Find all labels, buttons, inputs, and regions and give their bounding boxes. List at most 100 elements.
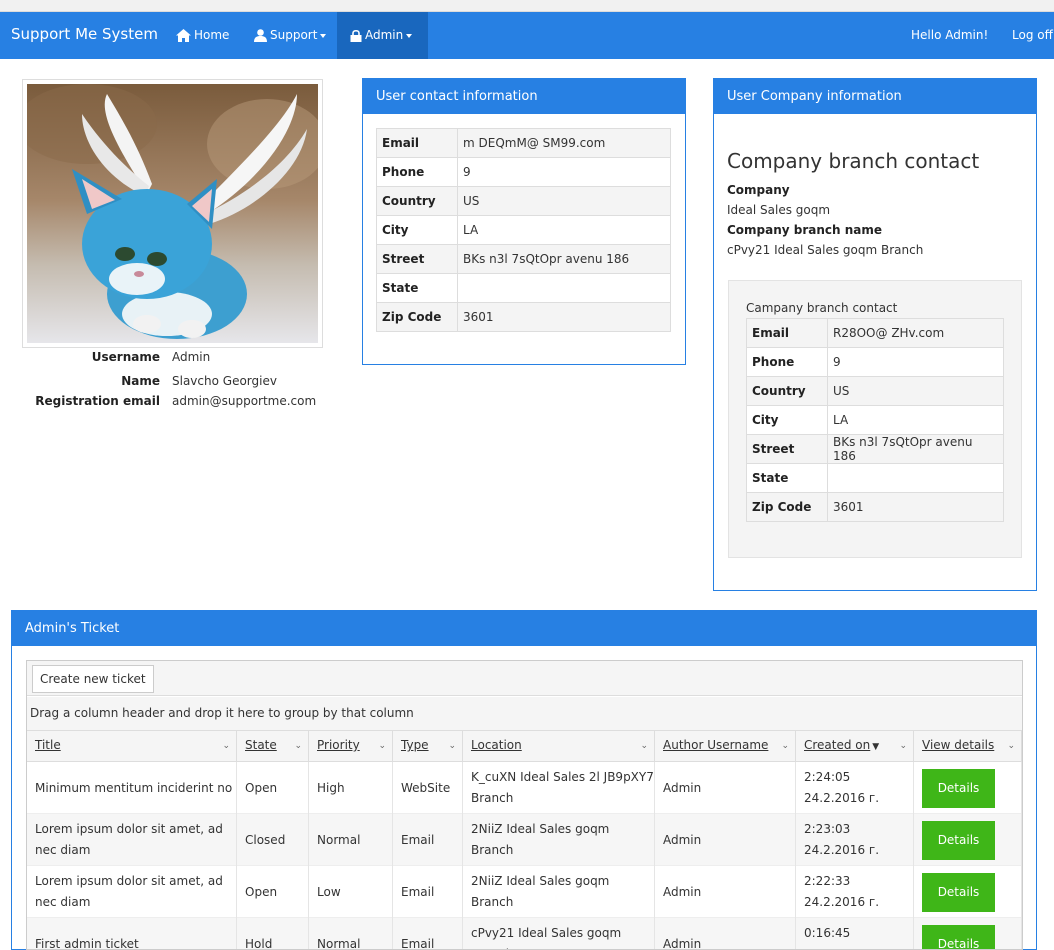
user-street-label: Street: [377, 245, 458, 274]
table-row: First admin ticket Hold Normal Email cPv…: [27, 918, 1022, 950]
cell-location: K_cuXN Ideal Sales 2l JB9pXY7 Branch: [463, 762, 655, 814]
column-title-link[interactable]: Title: [35, 738, 61, 752]
tickets-grid: Create new ticket Drag a column header a…: [26, 660, 1023, 950]
nav-support[interactable]: Support: [246, 12, 334, 59]
branch-zip-value: 3601: [828, 493, 1004, 522]
cell-created: 0:16:45 24.2.2016 г.: [796, 918, 914, 950]
branch-city-label: City: [747, 406, 828, 435]
branch-state-value: [828, 464, 1004, 493]
cell-title-text: Minimum mentitum inciderint no: [35, 778, 232, 799]
user-icon: [254, 29, 267, 42]
user-state-label: State: [377, 274, 458, 303]
chevron-down-icon[interactable]: ⌄: [899, 732, 907, 760]
sort-desc-icon: ▼: [872, 742, 879, 752]
cell-location: 2NiiZ Ideal Sales goqm Branch: [463, 814, 655, 866]
chevron-down-icon: [320, 34, 326, 38]
nav-greeting[interactable]: Hello Admin!: [911, 12, 988, 59]
branch-phone-label: Phone: [747, 348, 828, 377]
table-row: Phone9: [747, 348, 1004, 377]
company-branch-heading: Company branch contact: [727, 149, 979, 173]
branch-country-value: US: [828, 377, 1004, 406]
column-header-author[interactable]: Author Username ⌄: [655, 731, 796, 762]
cell-priority: High: [309, 762, 393, 814]
column-header-title[interactable]: Title ⌄: [27, 731, 237, 762]
column-created-link[interactable]: Created on: [804, 738, 870, 752]
cell-title-text: Lorem ipsum dolor sit amet, ad nec diam: [35, 871, 236, 913]
details-button[interactable]: Details: [922, 925, 995, 950]
cell-type-text: Email: [401, 882, 434, 903]
chevron-down-icon: [406, 34, 412, 38]
column-header-view[interactable]: View details ⌄: [914, 731, 1022, 762]
home-icon: [176, 29, 191, 42]
cell-created-text: 0:16:45 24.2.2016 г.: [804, 923, 913, 950]
tickets-panel: Admin's Ticket Create new ticket Drag a …: [11, 610, 1037, 950]
branch-street-label: Street: [747, 435, 828, 464]
nav-support-label: Support: [270, 28, 317, 42]
cell-created: 2:24:05 24.2.2016 г.: [796, 762, 914, 814]
chevron-down-icon[interactable]: ⌄: [1007, 732, 1015, 760]
user-zip-label: Zip Code: [377, 303, 458, 332]
table-row: CountryUS: [747, 377, 1004, 406]
details-button[interactable]: Details: [922, 873, 995, 912]
column-header-state[interactable]: State ⌄: [237, 731, 309, 762]
details-button[interactable]: Details: [922, 769, 995, 808]
chevron-down-icon[interactable]: ⌄: [640, 732, 648, 760]
table-row: Lorem ipsum dolor sit amet, ad nec diam …: [27, 814, 1022, 866]
navbar: Support Me System Home Support Admin Hel…: [0, 12, 1054, 59]
cell-title: First admin ticket: [27, 918, 237, 950]
cell-author: Admin: [655, 918, 796, 950]
profile-name-value-wrap: Slavcho Georgiev: [172, 374, 372, 392]
table-row: Zip Code3601: [377, 303, 671, 332]
column-priority-link[interactable]: Priority: [317, 738, 360, 752]
cell-location: cPvy21 Ideal Sales goqm Branch: [463, 918, 655, 950]
create-ticket-button[interactable]: Create new ticket: [32, 665, 154, 693]
column-header-created[interactable]: Created on▼ ⌄: [796, 731, 914, 762]
column-author-link[interactable]: Author Username: [663, 738, 768, 752]
column-header-location[interactable]: Location ⌄: [463, 731, 655, 762]
branch-email-value: R28OO@ ZHv.com: [828, 319, 1004, 348]
nav-home[interactable]: Home: [168, 12, 237, 59]
lock-icon: [350, 29, 362, 42]
chevron-down-icon[interactable]: ⌄: [294, 732, 302, 760]
company-value: Ideal Sales goqm: [727, 203, 830, 217]
profile-email-label: Registration email: [35, 394, 160, 408]
grid-toolbar: Create new ticket: [27, 661, 1022, 696]
cell-author-text: Admin: [663, 882, 701, 903]
column-header-priority[interactable]: Priority ⌄: [309, 731, 393, 762]
cell-type-text: WebSite: [401, 778, 450, 799]
details-button[interactable]: Details: [922, 821, 995, 860]
profile-username-label: Username: [92, 350, 160, 364]
column-type-link[interactable]: Type: [401, 738, 429, 752]
nav-home-label: Home: [194, 28, 229, 42]
column-location-link[interactable]: Location: [471, 738, 522, 752]
cell-priority-text: Normal: [317, 830, 360, 851]
column-header-type[interactable]: Type ⌄: [393, 731, 463, 762]
browser-top-strip: [0, 0, 1054, 12]
cell-author-text: Admin: [663, 778, 701, 799]
company-branch-value: cPvy21 Ideal Sales goqm Branch: [727, 243, 923, 257]
chevron-down-icon[interactable]: ⌄: [378, 732, 386, 760]
cell-title: Minimum mentitum inciderint no: [27, 762, 237, 814]
cell-created-text: 2:24:05 24.2.2016 г.: [804, 767, 913, 809]
branch-contact-title: Campany branch contact: [746, 301, 897, 315]
cell-created: 2:23:03 24.2.2016 г.: [796, 814, 914, 866]
group-drop-area[interactable]: Drag a column header and drop it here to…: [27, 697, 1022, 731]
cell-type: WebSite: [393, 762, 463, 814]
user-contact-title: User contact information: [363, 79, 685, 114]
nav-admin[interactable]: Admin: [337, 12, 428, 59]
table-row: Lorem ipsum dolor sit amet, ad nec diam …: [27, 866, 1022, 918]
profile-email-value: admin@supportme.com: [172, 394, 316, 408]
chevron-down-icon[interactable]: ⌄: [448, 732, 456, 760]
nav-logoff[interactable]: Log off: [1012, 12, 1053, 59]
brand-link[interactable]: Support Me System: [11, 25, 158, 43]
chevron-down-icon[interactable]: ⌄: [781, 732, 789, 760]
table-row: EmailR28OO@ ZHv.com: [747, 319, 1004, 348]
branch-city-value: LA: [828, 406, 1004, 435]
avatar: [22, 79, 323, 348]
profile-email-row: Registration email: [0, 394, 160, 412]
cell-location-text: K_cuXN Ideal Sales 2l JB9pXY7 Branch: [471, 767, 654, 809]
column-view-link[interactable]: View details: [922, 738, 994, 752]
table-row: StreetBKs n3l 7sQtOpr avenu 186: [747, 435, 1004, 464]
column-state-link[interactable]: State: [245, 738, 277, 752]
chevron-down-icon[interactable]: ⌄: [222, 732, 230, 760]
